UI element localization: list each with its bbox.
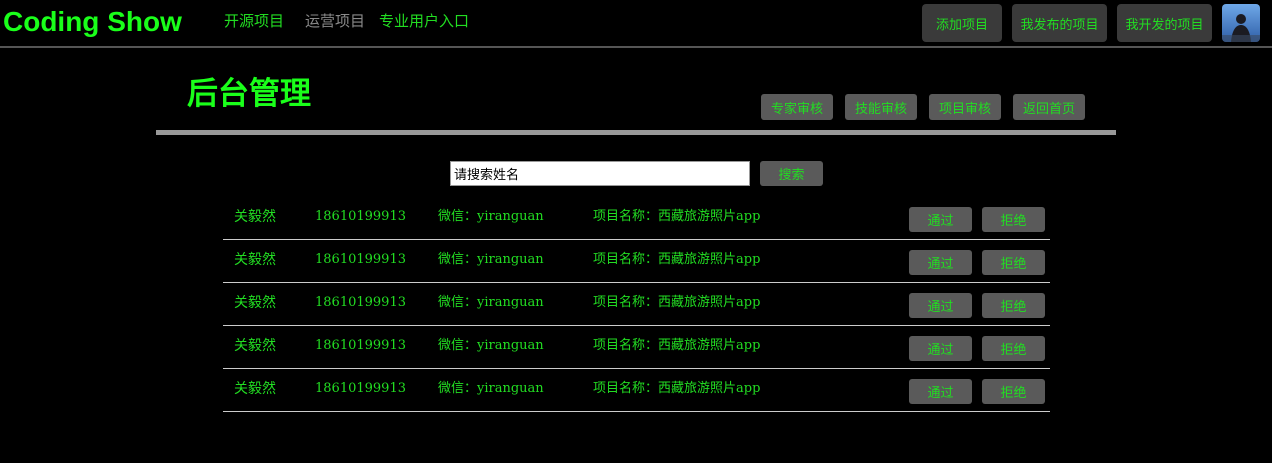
applicant-name: 关毅然 [234,295,276,311]
applicant-wechat: 微信：yiranguan [438,338,544,353]
nav-pro-entry[interactable]: 专业用户入口 [379,11,469,31]
back-home-button[interactable]: 返回首页 [1013,94,1085,120]
applicant-name: 关毅然 [234,338,276,354]
avatar[interactable] [1222,4,1260,42]
applicant-phone: 18610199913 [315,295,406,310]
list-item: 关毅然 18610199913 微信：yiranguan 项目名称：西藏旅游照片… [223,197,1050,240]
reject-button[interactable]: 拒绝 [982,293,1045,318]
reject-button[interactable]: 拒绝 [982,379,1045,404]
approve-button[interactable]: 通过 [909,207,972,232]
tab-project-review[interactable]: 项目审核 [929,94,1001,120]
approve-button[interactable]: 通过 [909,379,972,404]
applicant-name: 关毅然 [234,209,276,225]
nav-operations[interactable]: 运营项目 [305,11,365,31]
applicant-wechat: 微信：yiranguan [438,381,544,396]
nav-open-source[interactable]: 开源项目 [224,11,284,31]
my-developed-button[interactable]: 我开发的项目 [1117,4,1212,42]
list-item: 关毅然 18610199913 微信：yiranguan 项目名称：西藏旅游照片… [223,369,1050,412]
project-name: 项目名称：西藏旅游照片app [593,338,761,353]
applicant-wechat: 微信：yiranguan [438,252,544,267]
project-name: 项目名称：西藏旅游照片app [593,295,761,310]
page-title: 后台管理 [187,76,311,112]
project-name: 项目名称：西藏旅游照片app [593,381,761,396]
project-name: 项目名称：西藏旅游照片app [593,209,761,224]
avatar-photo-icon [1222,4,1260,42]
my-published-button[interactable]: 我发布的项目 [1012,4,1107,42]
applicant-wechat: 微信：yiranguan [438,295,544,310]
reject-button[interactable]: 拒绝 [982,207,1045,232]
brand-logo[interactable]: Coding Show [3,5,182,39]
top-divider [0,46,1272,48]
applicant-phone: 18610199913 [315,338,406,353]
project-name: 项目名称：西藏旅游照片app [593,252,761,267]
top-bar: Coding Show 开源项目 运营项目 专业用户入口 添加项目 我发布的项目… [0,0,1272,46]
list-item: 关毅然 18610199913 微信：yiranguan 项目名称：西藏旅游照片… [223,326,1050,369]
applicant-name: 关毅然 [234,252,276,268]
reject-button[interactable]: 拒绝 [982,250,1045,275]
add-project-button[interactable]: 添加项目 [922,4,1002,42]
search-input[interactable] [450,161,750,186]
applicant-name: 关毅然 [234,381,276,397]
applicant-phone: 18610199913 [315,252,406,267]
applicant-phone: 18610199913 [315,381,406,396]
reject-button[interactable]: 拒绝 [982,336,1045,361]
tab-skill-review[interactable]: 技能审核 [845,94,917,120]
applicant-wechat: 微信：yiranguan [438,209,544,224]
tab-expert-review[interactable]: 专家审核 [761,94,833,120]
list-item: 关毅然 18610199913 微信：yiranguan 项目名称：西藏旅游照片… [223,240,1050,283]
approve-button[interactable]: 通过 [909,336,972,361]
approve-button[interactable]: 通过 [909,250,972,275]
header-divider [156,130,1116,135]
review-list: 关毅然 18610199913 微信：yiranguan 项目名称：西藏旅游照片… [223,197,1050,412]
applicant-phone: 18610199913 [315,209,406,224]
approve-button[interactable]: 通过 [909,293,972,318]
list-item: 关毅然 18610199913 微信：yiranguan 项目名称：西藏旅游照片… [223,283,1050,326]
search-button[interactable]: 搜索 [760,161,823,186]
